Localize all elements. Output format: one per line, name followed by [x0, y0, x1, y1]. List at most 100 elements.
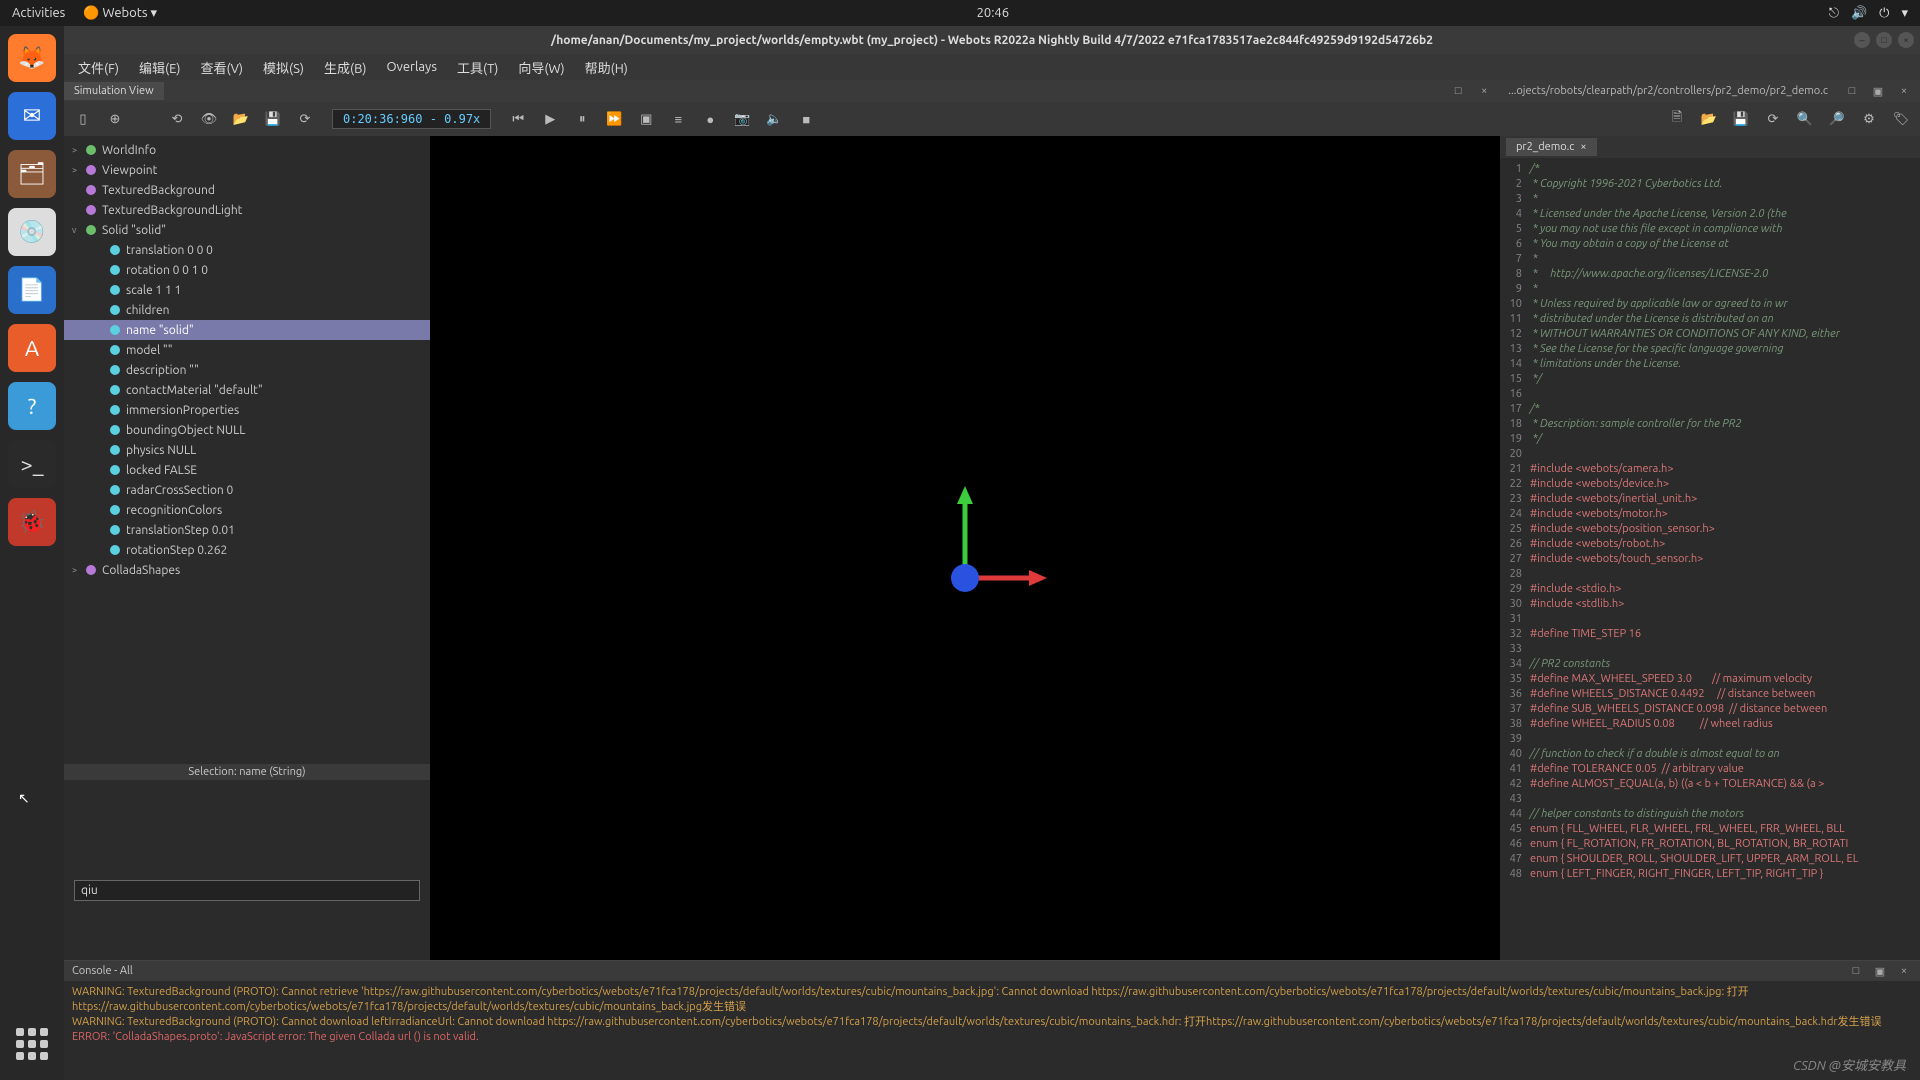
tree-node[interactable]: name "solid": [64, 320, 430, 340]
camera-icon[interactable]: 📷: [731, 108, 753, 130]
tree-node[interactable]: model "": [64, 340, 430, 360]
volume-icon[interactable]: 🔊: [1851, 6, 1867, 21]
tag-icon[interactable]: 🏷: [1890, 108, 1912, 130]
help-icon[interactable]: ?: [8, 382, 56, 430]
tree-node[interactable]: boundingObject NULL: [64, 420, 430, 440]
tree-node[interactable]: physics NULL: [64, 440, 430, 460]
console-restore-icon[interactable]: □: [1848, 963, 1864, 979]
fast-forward-icon[interactable]: ⏩: [603, 108, 625, 130]
play-icon[interactable]: ▶: [539, 108, 561, 130]
toolbar: ▯ ⊕ ⟲ 👁 📂 💾 ⟳ 0:20:36:960 - 0.97x ⏮ ▶ ⏸ …: [64, 102, 1920, 136]
window-icon[interactable]: ▣: [635, 108, 657, 130]
thunderbird-icon[interactable]: ✉: [8, 92, 56, 140]
open-file-icon[interactable]: 📂: [1698, 108, 1720, 130]
reset-icon[interactable]: ⟳: [294, 108, 316, 130]
tab-bar: Simulation View □ × ...ojects/robots/cle…: [64, 80, 1920, 102]
menu-overlays[interactable]: Overlays: [386, 60, 437, 74]
visibility-icon[interactable]: 👁: [198, 108, 220, 130]
add-node-icon[interactable]: ⊕: [104, 108, 126, 130]
settings-icon[interactable]: ⚙: [1858, 108, 1880, 130]
power-icon[interactable]: ⏻: [1879, 6, 1889, 21]
titlebar: /home/anan/Documents/my_project/worlds/e…: [64, 26, 1920, 54]
close-tab-icon[interactable]: ×: [1580, 141, 1586, 153]
tree-node[interactable]: TexturedBackgroundLight: [64, 200, 430, 220]
tree-node[interactable]: rotation 0 0 1 0: [64, 260, 430, 280]
skip-back-icon[interactable]: ⏮: [507, 108, 529, 130]
tree-node[interactable]: contactMaterial "default": [64, 380, 430, 400]
console-close-icon[interactable]: ×: [1896, 963, 1912, 979]
refresh-file-icon[interactable]: ⟳: [1762, 108, 1784, 130]
new-file-icon[interactable]: 🗎: [1666, 108, 1688, 130]
tree-node[interactable]: locked FALSE: [64, 460, 430, 480]
open-icon[interactable]: 📂: [230, 108, 252, 130]
editor-close-icon[interactable]: ×: [1896, 83, 1912, 99]
activities-button[interactable]: Activities: [12, 6, 65, 21]
save-icon[interactable]: 💾: [262, 108, 284, 130]
pause-icon[interactable]: ⏸: [571, 108, 593, 130]
tree-node[interactable]: immersionProperties: [64, 400, 430, 420]
tree-node[interactable]: radarCrossSection 0: [64, 480, 430, 500]
console-output[interactable]: WARNING: TexturedBackground (PROTO): Can…: [64, 981, 1920, 1080]
code-area[interactable]: 1/*2 * Copyright 1996-2021 Cyberbotics L…: [1500, 158, 1920, 960]
save-file-icon[interactable]: 💾: [1730, 108, 1752, 130]
record-icon[interactable]: ●: [699, 108, 721, 130]
console-max-icon[interactable]: ▣: [1872, 963, 1888, 979]
writer-icon[interactable]: 📄: [8, 266, 56, 314]
replace-icon[interactable]: 🔎: [1826, 108, 1848, 130]
console-title: Console - All: [72, 965, 133, 977]
clock[interactable]: 20:46: [157, 6, 1829, 20]
bug-icon[interactable]: 🐞: [8, 498, 56, 546]
list-icon[interactable]: ≡: [667, 108, 689, 130]
tree-node[interactable]: >Viewpoint: [64, 160, 430, 180]
close-button[interactable]: ×: [1898, 32, 1914, 48]
search-icon[interactable]: 🔍: [1794, 108, 1816, 130]
menu-wizard[interactable]: 向导(W): [518, 58, 564, 77]
tree-node[interactable]: translation 0 0 0: [64, 240, 430, 260]
sim-close-icon[interactable]: ×: [1476, 83, 1492, 99]
app-menu[interactable]: 🟠 Webots ▾: [83, 6, 157, 21]
menu-file[interactable]: 文件(F): [78, 58, 119, 77]
tree-node[interactable]: TexturedBackground: [64, 180, 430, 200]
tab-simulation[interactable]: Simulation View: [64, 82, 164, 100]
code-editor-panel: pr2_demo.c × 1/*2 * Copyright 1996-2021 …: [1500, 136, 1920, 960]
firefox-icon[interactable]: 🦊: [8, 34, 56, 82]
network-icon[interactable]: ⎋: [1829, 6, 1839, 21]
editor-restore-icon[interactable]: □: [1844, 83, 1860, 99]
editor-filepath: ...ojects/robots/clearpath/pr2/controlle…: [1502, 85, 1834, 97]
tree-node[interactable]: recognitionColors: [64, 500, 430, 520]
tree-node[interactable]: children: [64, 300, 430, 320]
apps-grid-icon[interactable]: [8, 1020, 56, 1068]
menu-edit[interactable]: 编辑(E): [139, 58, 180, 77]
watermark: CSDN @安城安教具: [1793, 1055, 1906, 1074]
minimize-button[interactable]: ‒: [1854, 32, 1870, 48]
toggle-panel-icon[interactable]: ▯: [72, 108, 94, 130]
tree-node[interactable]: >ColladaShapes: [64, 560, 430, 580]
menu-view[interactable]: 查看(V): [201, 58, 243, 77]
software-icon[interactable]: A: [8, 324, 56, 372]
tree-node[interactable]: scale 1 1 1: [64, 280, 430, 300]
editor-max-icon[interactable]: ▣: [1870, 83, 1886, 99]
menu-tools[interactable]: 工具(T): [457, 58, 498, 77]
tree-node[interactable]: >WorldInfo: [64, 140, 430, 160]
tree-node[interactable]: rotationStep 0.262: [64, 540, 430, 560]
tree-node[interactable]: vSolid "solid": [64, 220, 430, 240]
maximize-button[interactable]: □: [1876, 32, 1892, 48]
terminal-icon[interactable]: >_: [8, 440, 56, 488]
tree-node[interactable]: description "": [64, 360, 430, 380]
reload-icon[interactable]: ⟲: [166, 108, 188, 130]
name-input[interactable]: [74, 880, 420, 901]
3d-viewport[interactable]: [430, 136, 1500, 960]
files-icon[interactable]: 🗂: [8, 150, 56, 198]
scene-tree[interactable]: >WorldInfo>ViewpointTexturedBackgroundTe…: [64, 136, 430, 764]
chevron-down-icon[interactable]: ▾: [1901, 6, 1908, 21]
menu-help[interactable]: 帮助(H): [585, 58, 628, 77]
menu-sim[interactable]: 模拟(S): [263, 58, 304, 77]
menubar: 文件(F) 编辑(E) 查看(V) 模拟(S) 生成(B) Overlays 工…: [64, 54, 1920, 80]
menu-build[interactable]: 生成(B): [324, 58, 366, 77]
stop-icon[interactable]: ■: [795, 108, 817, 130]
sound-icon[interactable]: 🔈: [763, 108, 785, 130]
disk-icon[interactable]: 💿: [8, 208, 56, 256]
tree-node[interactable]: translationStep 0.01: [64, 520, 430, 540]
editor-tab[interactable]: pr2_demo.c ×: [1506, 138, 1597, 156]
sim-restore-icon[interactable]: □: [1450, 83, 1466, 99]
